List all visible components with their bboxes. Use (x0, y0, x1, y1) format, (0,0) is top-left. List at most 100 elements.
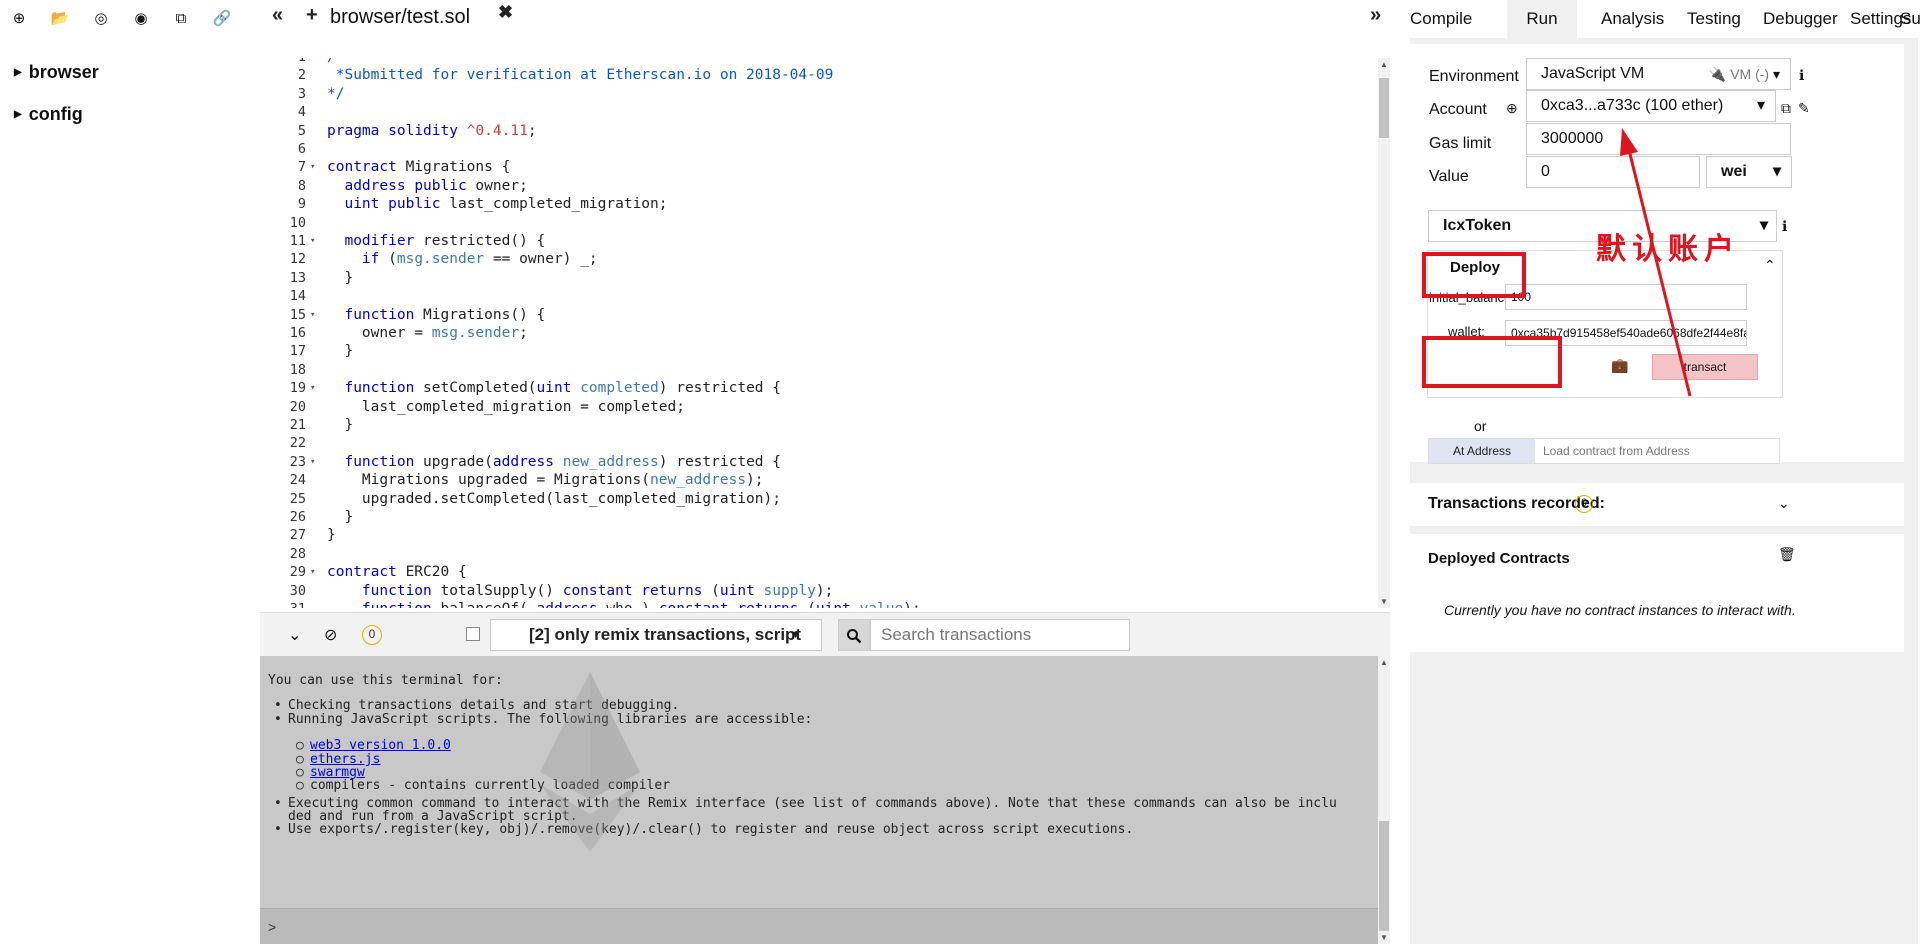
fold-icon[interactable]: ▾ (310, 232, 320, 250)
code-line[interactable]: 26 } (260, 508, 1378, 526)
code-line[interactable]: 31 function balanceOf( address who ) con… (260, 600, 1378, 608)
tab-support[interactable]: Suppo (1900, 9, 1920, 29)
close-icon[interactable]: ✖ (498, 2, 513, 23)
chevron-up-icon[interactable]: ⌃ (1764, 257, 1776, 274)
fold-icon[interactable]: ▾ (310, 306, 320, 324)
tab-analysis[interactable]: Analysis (1601, 9, 1664, 29)
transactions-recorded-card[interactable]: Transactions recorded: 0 ⌄ (1410, 483, 1904, 526)
listen-checkbox[interactable] (466, 627, 480, 641)
code-line[interactable]: 9 uint public last_completed_migration; (260, 195, 1378, 213)
tab-testing[interactable]: Testing (1687, 9, 1741, 29)
code-line[interactable]: 20 last_completed_migration = completed; (260, 398, 1378, 416)
code-line[interactable]: 24 Migrations upgraded = Migrations(new_… (260, 471, 1378, 489)
code-text: } (327, 509, 354, 525)
value-unit-select[interactable]: wei ▾ (1706, 156, 1792, 188)
briefcase-icon[interactable]: 💼 (1611, 357, 1628, 374)
transact-button[interactable]: transact (1652, 354, 1758, 380)
fold-icon[interactable]: ▾ (310, 379, 320, 397)
info-icon[interactable]: ℹ (1782, 218, 1787, 235)
code-line[interactable]: 16 owner = msg.sender; (260, 324, 1378, 342)
environment-vm: 🔌 VM (-) ▾ (1709, 59, 1780, 89)
fold-icon[interactable]: ▾ (310, 453, 320, 471)
folder-open-icon[interactable]: 📂 (49, 8, 71, 30)
tree-item-config[interactable]: ▶ config (14, 104, 83, 125)
code-line[interactable]: 22 (260, 434, 1378, 452)
plus-circle-icon[interactable]: ⊕ (1506, 100, 1518, 117)
line-number: 8 (297, 177, 306, 194)
scroll-thumb[interactable] (1379, 821, 1389, 931)
code-line[interactable]: 1 ▾ /** (260, 58, 1378, 66)
code-line[interactable]: 11 ▾ modifier restricted() { (260, 232, 1378, 250)
code-line[interactable]: 17 } (260, 342, 1378, 360)
code-line[interactable]: 30 function totalSupply() constant retur… (260, 582, 1378, 600)
code-line[interactable]: 29 ▾ contract ERC20 { (260, 563, 1378, 581)
code-line[interactable]: 23 ▾ function upgrade(address new_address… (260, 453, 1378, 471)
tab-file[interactable]: browser/test.sol (330, 6, 470, 29)
fold-icon[interactable]: ▾ (310, 58, 320, 66)
code-line[interactable]: 5 pragma solidity ^0.4.11; (260, 122, 1378, 140)
chevron-down-icon[interactable]: ⌄ (1778, 495, 1790, 512)
search-icon[interactable] (838, 619, 870, 651)
copy-icon[interactable]: ⧉ (1781, 100, 1791, 117)
collapse-left-button[interactable]: « (272, 4, 283, 27)
value-input[interactable]: 0 (1526, 156, 1700, 188)
code-line[interactable]: 28 (260, 545, 1378, 563)
code-line[interactable]: 18 (260, 361, 1378, 379)
tab-debugger[interactable]: Debugger (1763, 9, 1838, 29)
clear-icon[interactable]: ⊘ (324, 625, 337, 645)
code-line[interactable]: 2 *Submitted for verification at Ethersc… (260, 66, 1378, 84)
scroll-thumb[interactable] (1379, 78, 1389, 138)
code-line[interactable]: 21 } (260, 416, 1378, 434)
code-editor[interactable]: 1▾/**2 *Submitted for verification at Et… (260, 58, 1378, 608)
plus-icon[interactable]: ⊕ (8, 8, 30, 30)
web3-link[interactable]: web3 version 1.0.0 (310, 738, 451, 753)
code-line[interactable]: 25 upgraded.setCompleted(last_completed_… (260, 490, 1378, 508)
code-line[interactable]: 14 (260, 287, 1378, 305)
line-number: 30 (289, 582, 306, 599)
fold-icon[interactable]: ▾ (310, 563, 320, 581)
scroll-up-icon[interactable]: ▲ (1378, 60, 1390, 69)
code-text: pragma solidity ^0.4.11; (327, 122, 537, 139)
minimize-terminal-icon[interactable]: ⌄ (288, 625, 301, 645)
scroll-down-icon[interactable]: ▼ (1378, 933, 1390, 942)
code-line[interactable]: 13 } (260, 269, 1378, 287)
link-icon[interactable]: 🔗 (211, 8, 233, 30)
environment-select[interactable]: JavaScript VM 🔌 VM (-) ▾ (1526, 58, 1791, 90)
code-line[interactable]: 15 ▾ function Migrations() { (260, 306, 1378, 324)
info-icon[interactable]: ℹ (1799, 67, 1804, 84)
code-line[interactable]: 10 (260, 214, 1378, 232)
copy-icon[interactable]: ⧉ (170, 8, 192, 30)
code-line[interactable]: 3 */ (260, 85, 1378, 103)
account-select[interactable]: 0xca3...a733c (100 ether) ▾ (1526, 90, 1776, 122)
edit-icon[interactable]: ✎ (1798, 100, 1810, 117)
editor-scrollbar[interactable]: ▲ ▼ (1378, 58, 1390, 608)
tx-filter-select[interactable]: [2] only remix transactions, script ▼ (490, 619, 822, 651)
trash-icon[interactable]: 🗑 (1778, 546, 1796, 563)
code-line[interactable]: 27} (260, 526, 1378, 544)
collapse-right-button[interactable]: » (1370, 4, 1381, 27)
scroll-down-icon[interactable]: ▼ (1378, 597, 1390, 606)
code-line[interactable]: 12 if (msg.sender == owner) _; (260, 250, 1378, 268)
tab-compile[interactable]: Compile (1410, 9, 1472, 29)
code-text: *Submitted for verification at Etherscan… (327, 67, 834, 84)
at-address-button[interactable]: At Address (1429, 439, 1535, 463)
editor-area: « + browser/test.sol ✖ 1▾/**2 *Submitted… (260, 0, 1390, 610)
fold-icon[interactable]: ▾ (310, 158, 320, 176)
tab-run[interactable]: Run (1507, 0, 1577, 38)
github-icon[interactable]: ◎ (90, 8, 112, 30)
search-transactions-input[interactable] (870, 619, 1130, 651)
terminal-input[interactable]: > (260, 908, 1378, 944)
code-line[interactable]: 8 address public owner; (260, 177, 1378, 195)
add-file-button[interactable]: + (306, 4, 318, 27)
terminal-scrollbar[interactable]: ▲ ▼ (1378, 656, 1390, 944)
code-line[interactable]: 4 (260, 103, 1378, 121)
tree-item-browser[interactable]: ▶ browser (14, 62, 99, 83)
code-line[interactable]: 6 (260, 140, 1378, 158)
scroll-up-icon[interactable]: ▲ (1378, 658, 1390, 667)
load-contract-input[interactable]: Load contract from Address (1543, 439, 1690, 463)
initial-balance-input[interactable]: 100 (1505, 284, 1747, 310)
code-line[interactable]: 7 ▾ contract Migrations { (260, 158, 1378, 176)
code-line[interactable]: 19 ▾ function setCompleted(uint completed… (260, 379, 1378, 397)
gas-limit-input[interactable]: 3000000 (1526, 123, 1791, 155)
github-icon[interactable]: ◉ (130, 8, 152, 30)
